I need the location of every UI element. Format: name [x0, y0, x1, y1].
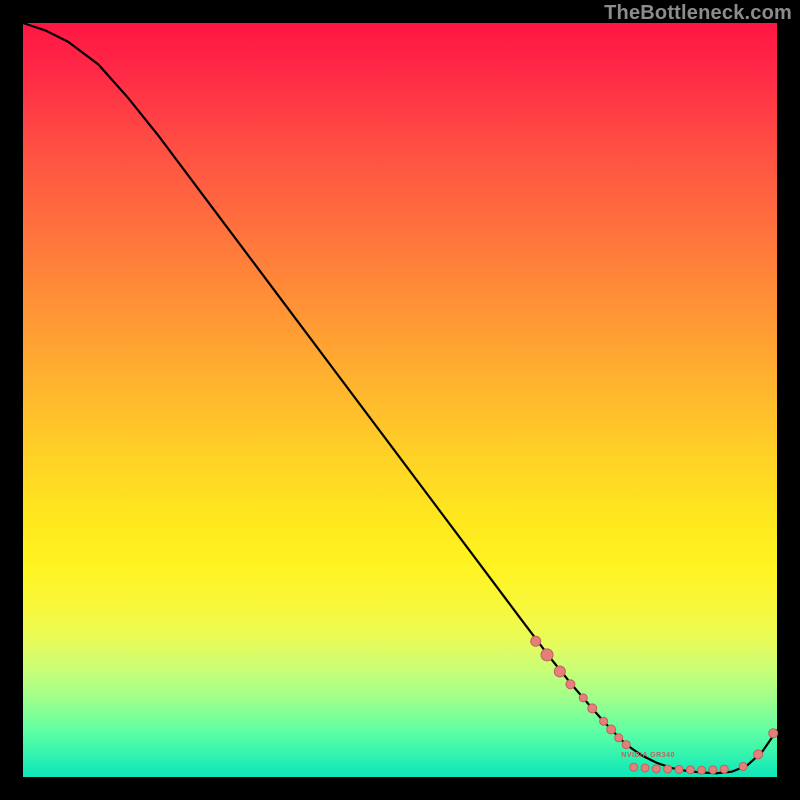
gpu-marker — [579, 694, 587, 702]
gpu-marker — [675, 765, 683, 773]
gpu-marker — [720, 765, 728, 773]
gpu-marker — [630, 763, 638, 771]
gpu-marker — [641, 764, 649, 772]
gpu-marker — [664, 765, 672, 773]
gpu-marker — [541, 649, 553, 661]
gpu-marker — [709, 766, 717, 774]
chart-frame: NVIDIA GR340 TheBottleneck.com — [0, 0, 800, 800]
watermark-text: TheBottleneck.com — [604, 2, 792, 25]
gpu-marker — [531, 636, 541, 646]
gpu-marker — [588, 704, 597, 713]
gpu-marker — [652, 765, 660, 773]
gpu-marker — [615, 734, 623, 742]
gpu-marker — [566, 680, 575, 689]
gpu-marker — [769, 729, 778, 738]
gpu-marker — [754, 750, 763, 759]
gpu-label: NVIDIA GR340 — [621, 752, 675, 759]
gpu-marker — [622, 741, 630, 749]
chart-overlay — [23, 23, 777, 777]
gpu-marker — [686, 766, 694, 774]
gpu-marker — [607, 725, 616, 734]
bottleneck-curve — [23, 23, 777, 773]
gpu-marker — [698, 766, 706, 774]
gpu-marker — [554, 666, 565, 677]
gpu-marker — [739, 762, 747, 770]
gpu-marker — [600, 717, 608, 725]
